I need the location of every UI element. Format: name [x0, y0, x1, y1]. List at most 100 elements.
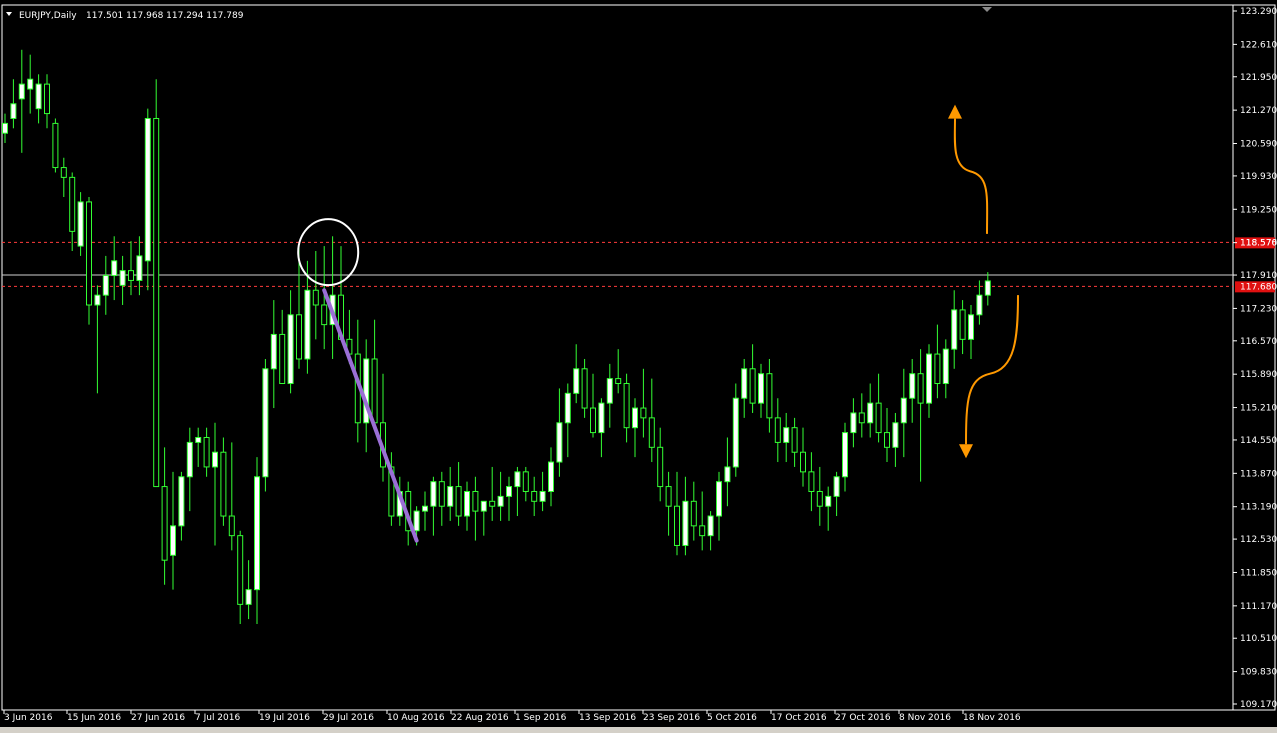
candle-body	[858, 412, 865, 424]
candle-body	[18, 83, 25, 100]
candle-body	[783, 427, 790, 443]
candle-body	[623, 383, 630, 429]
candle-body	[279, 333, 286, 385]
candle-body	[480, 500, 487, 512]
candle-body	[178, 476, 185, 527]
candle-body	[707, 515, 714, 537]
candle-body	[86, 201, 92, 306]
candle-body	[615, 378, 622, 385]
x-tick-label: 1 Sep 2016	[515, 713, 567, 723]
candle-body	[867, 402, 874, 424]
candle-body	[153, 117, 160, 488]
candle-body	[690, 500, 697, 527]
candle-body	[800, 451, 806, 473]
candle-body	[590, 407, 596, 434]
candle-body	[119, 270, 126, 286]
candle-body	[228, 515, 235, 537]
y-tick-label: 119.930	[1240, 172, 1277, 182]
candle-body	[968, 314, 974, 340]
candle-body	[749, 368, 756, 404]
candle-body	[909, 373, 916, 399]
price-chart[interactable]: 118.576117.680 123.290122.610121.950121.…	[0, 0, 1277, 733]
candle-body	[506, 486, 512, 497]
y-tick-label: 121.950	[1240, 73, 1277, 83]
x-tick-label: 17 Oct 2016	[771, 713, 827, 723]
candle-body	[220, 451, 227, 517]
candle-body	[270, 333, 277, 370]
candle-body	[430, 481, 437, 507]
candle-body	[464, 490, 470, 517]
candle-body	[934, 353, 941, 385]
candle-body	[77, 201, 84, 247]
candle-body	[648, 417, 655, 448]
y-tick-label: 110.510	[1240, 634, 1277, 644]
candle-body	[833, 476, 840, 497]
y-tick-label: 115.890	[1240, 370, 1277, 380]
candle-body	[598, 402, 605, 434]
candle-body	[825, 495, 832, 507]
x-tick-label: 7 Jul 2016	[195, 713, 240, 723]
chart-background	[0, 0, 1277, 733]
candle-body	[514, 471, 521, 488]
y-tick-label: 111.170	[1240, 602, 1277, 612]
candle-body	[422, 505, 428, 512]
candle-body	[816, 490, 823, 507]
candle-body	[548, 461, 554, 492]
y-tick-label: 115.210	[1240, 404, 1277, 414]
candle-body	[254, 476, 260, 591]
candle-body	[892, 422, 899, 448]
candle-body	[716, 481, 722, 517]
candle-body	[531, 490, 538, 502]
candle-body	[741, 368, 748, 399]
candle-body	[296, 314, 302, 360]
candle-body	[245, 589, 252, 605]
candle-body	[128, 270, 134, 281]
x-tick-label: 8 Nov 2016	[899, 713, 951, 723]
candle-body	[237, 535, 244, 605]
candle-body	[791, 427, 798, 453]
candle-body	[606, 378, 613, 404]
candle-body	[758, 373, 764, 404]
candle-body	[942, 348, 949, 385]
candle-body	[674, 505, 680, 546]
x-tick-label: 29 Jul 2016	[323, 713, 374, 723]
candle-body	[111, 260, 118, 277]
candle-body	[842, 432, 848, 478]
candle-body	[44, 83, 50, 115]
x-tick-label: 27 Oct 2016	[835, 713, 891, 723]
candle-body	[455, 486, 462, 517]
candle-body	[850, 412, 857, 434]
y-tick-label: 123.290	[1240, 7, 1277, 17]
candle-body	[951, 309, 958, 350]
y-tick-label: 109.830	[1240, 668, 1277, 678]
candle-body	[438, 481, 445, 507]
x-tick-label: 13 Sep 2016	[579, 713, 636, 723]
candle-body	[497, 495, 504, 507]
y-tick-label: 114.550	[1240, 436, 1277, 446]
candle-body	[94, 294, 101, 306]
candle-body	[522, 471, 529, 492]
candle-body	[489, 500, 496, 507]
candle-body	[976, 294, 983, 316]
candle-body	[665, 486, 672, 507]
y-tick-label: 112.530	[1240, 535, 1277, 545]
candle-body	[312, 289, 319, 306]
x-tick-label: 18 Nov 2016	[963, 713, 1021, 723]
candle-body	[657, 446, 664, 488]
candle-body	[144, 117, 151, 262]
candle-body	[724, 466, 731, 483]
candle-body	[212, 451, 218, 468]
x-tick-label: 5 Oct 2016	[707, 713, 757, 723]
candle-body	[69, 176, 76, 232]
candle-body	[774, 417, 781, 443]
candle-body	[682, 500, 689, 546]
candle-body	[161, 486, 168, 561]
ohlc-values: 117.501 117.968 117.294 117.789	[86, 11, 244, 21]
y-tick-label: 121.270	[1240, 106, 1277, 116]
x-tick-label: 27 Jun 2016	[131, 713, 185, 723]
y-tick-label: 113.190	[1240, 503, 1277, 513]
candle-body	[632, 407, 638, 429]
x-tick-label: 19 Jul 2016	[259, 713, 310, 723]
x-tick-label: 23 Sep 2016	[643, 713, 700, 723]
candle-body	[371, 358, 378, 424]
